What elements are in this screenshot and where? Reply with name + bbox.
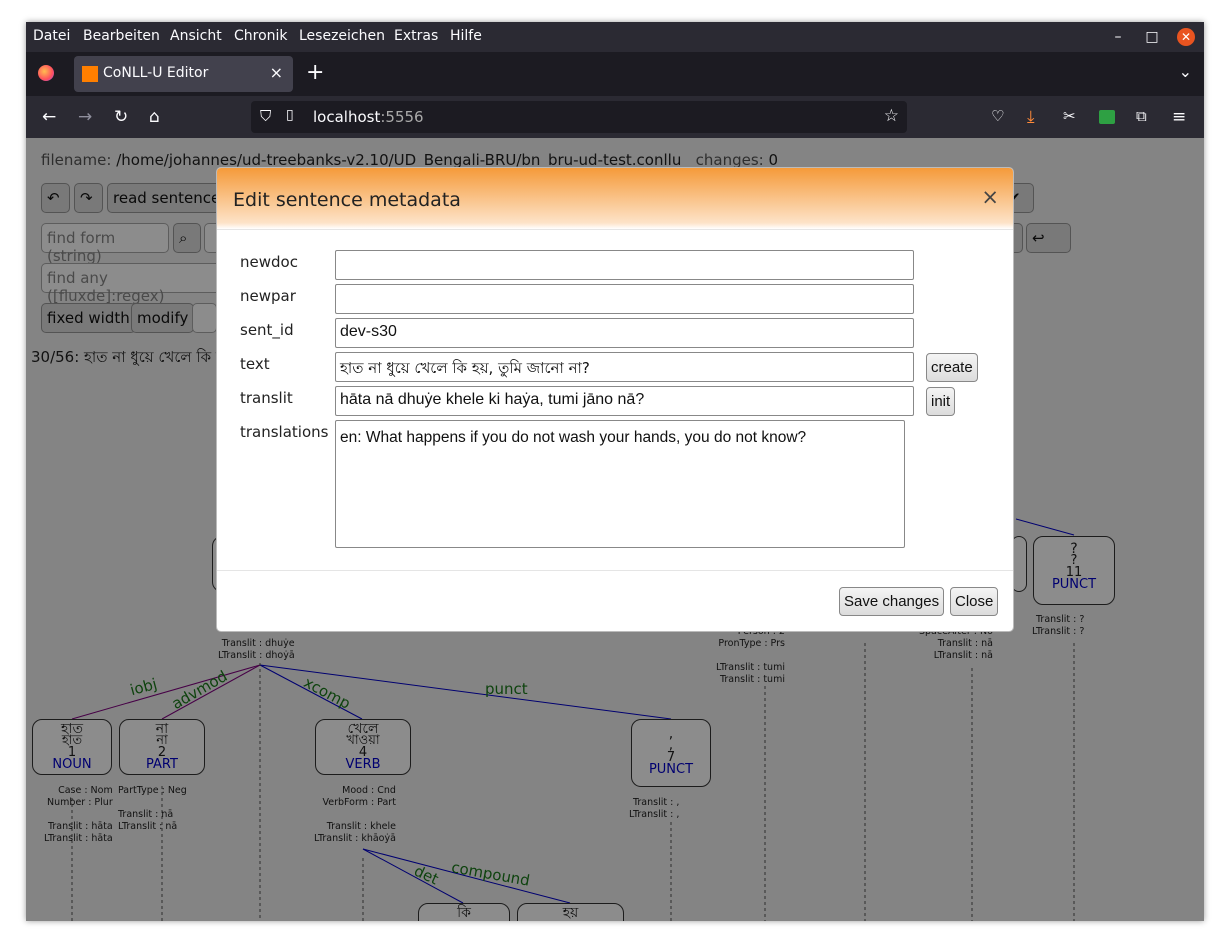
tab-bar: CoNLL-U Editor × + ⌄: [26, 52, 1204, 96]
text-label: text: [240, 355, 270, 373]
bookmark-star-icon[interactable]: ☆: [884, 106, 899, 126]
new-tab-button[interactable]: +: [306, 60, 324, 85]
favicon-icon: [82, 66, 98, 82]
sent-id-label: sent_id: [240, 321, 294, 339]
menu-lesezeichen[interactable]: Lesezeichen: [299, 28, 385, 44]
minimize-icon[interactable]: –: [1109, 28, 1127, 46]
extensions-puzzle-icon[interactable]: ⧉: [1136, 107, 1147, 125]
modal-footer-divider: [217, 570, 1013, 571]
newdoc-input[interactable]: [335, 250, 914, 280]
init-button[interactable]: init: [926, 387, 956, 416]
screenshot-icon[interactable]: ✂: [1063, 107, 1076, 125]
tab-close-icon[interactable]: ×: [270, 63, 283, 82]
modal-header: Edit sentence metadata ×: [217, 168, 1013, 230]
extension-icon[interactable]: [1099, 110, 1115, 124]
menu-bearbeiten[interactable]: Bearbeiten: [83, 28, 160, 44]
text-input[interactable]: হাত না ধুয়ে খেলে কি হয়, তুমি জানো না?: [335, 352, 914, 382]
menu-ansicht[interactable]: Ansicht: [170, 28, 222, 44]
tab-conllu-editor[interactable]: CoNLL-U Editor ×: [74, 56, 293, 92]
menu-bar: Datei Bearbeiten Ansicht Chronik Lesezei…: [26, 22, 1204, 52]
pocket-icon[interactable]: ♡: [991, 107, 1004, 125]
modal-close-icon[interactable]: ×: [981, 185, 999, 209]
menu-extras[interactable]: Extras: [394, 28, 438, 44]
reload-icon[interactable]: ↻: [114, 107, 128, 127]
create-button[interactable]: create: [926, 353, 978, 382]
back-icon[interactable]: ←: [42, 107, 56, 127]
shield-icon[interactable]: ⛉: [260, 107, 271, 125]
translations-textarea[interactable]: en: What happens if you do not wash your…: [335, 420, 905, 548]
newpar-input[interactable]: [335, 284, 914, 314]
modal-title: Edit sentence metadata: [233, 189, 461, 211]
translations-label: translations: [240, 423, 329, 441]
list-tabs-icon[interactable]: ⌄: [1179, 62, 1192, 81]
newdoc-label: newdoc: [240, 253, 298, 271]
url-text: localhost:5556: [313, 108, 424, 126]
menu-datei[interactable]: Datei: [33, 28, 70, 44]
menu-hamburger-icon[interactable]: ≡: [1172, 107, 1186, 127]
maximize-icon[interactable]: □: [1143, 28, 1161, 46]
tab-title: CoNLL-U Editor: [103, 65, 209, 81]
sent-id-input[interactable]: dev-s30: [335, 318, 914, 348]
url-bar[interactable]: ⛉ ▯ localhost:5556 ☆: [251, 101, 907, 133]
close-button[interactable]: Close: [950, 587, 999, 616]
browser-window: Datei Bearbeiten Ansicht Chronik Lesezei…: [26, 22, 1204, 921]
menu-hilfe[interactable]: Hilfe: [450, 28, 482, 44]
download-icon[interactable]: ⤓: [1027, 107, 1035, 127]
home-icon[interactable]: ⌂: [149, 107, 160, 127]
forward-icon[interactable]: →: [78, 107, 92, 127]
newpar-label: newpar: [240, 287, 296, 305]
page-info-icon[interactable]: ▯: [286, 107, 294, 123]
firefox-icon[interactable]: [38, 65, 54, 81]
translit-input[interactable]: hāta nā dhuẏe khele ki haẏa, tumi jāno n…: [335, 386, 914, 416]
window-close-icon[interactable]: ✕: [1177, 28, 1195, 46]
translit-label: translit: [240, 389, 293, 407]
navigation-bar: ← → ↻ ⌂ ⛉ ▯ localhost:5556 ☆ ♡ ⤓ ✂ ⧉ ≡: [26, 96, 1204, 138]
menu-chronik[interactable]: Chronik: [234, 28, 288, 44]
save-changes-button[interactable]: Save changes: [839, 587, 945, 616]
edit-metadata-dialog: Edit sentence metadata × newdoc newpar s…: [216, 167, 1014, 632]
